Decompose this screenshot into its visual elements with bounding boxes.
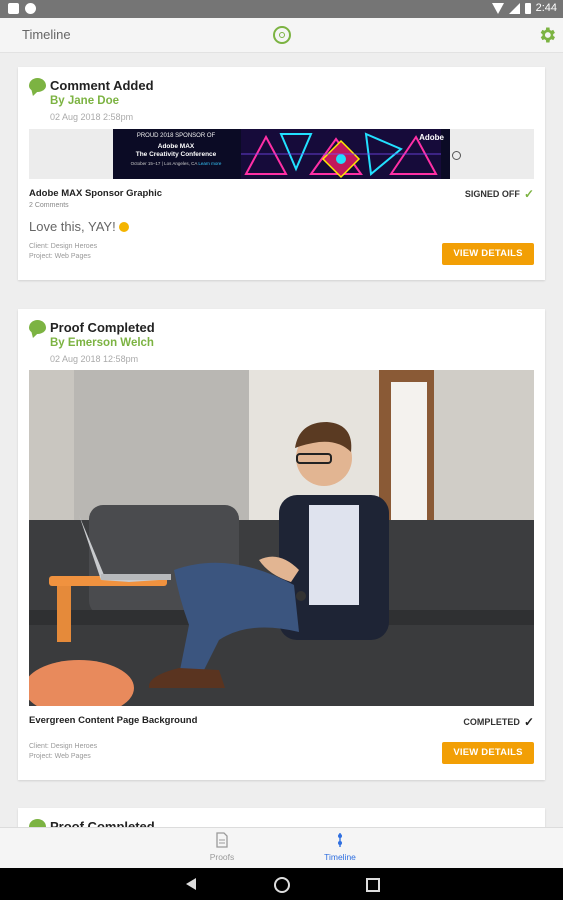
- check-icon: ✓: [523, 715, 534, 729]
- tab-proofs[interactable]: Proofs: [182, 832, 262, 862]
- card-author: By Jane Doe: [50, 95, 120, 107]
- timeline-card: Proof Completed By Emerson Welch 02 Aug …: [18, 309, 545, 780]
- card-title: Comment Added: [50, 78, 154, 93]
- timeline-card: Comment Added By Jane Doe 02 Aug 2018 2:…: [18, 67, 545, 280]
- view-details-button[interactable]: VIEW DETAILS: [442, 742, 534, 764]
- document-icon: [216, 832, 228, 848]
- home-icon[interactable]: [274, 877, 290, 893]
- asset-name: Adobe MAX Sponsor Graphic: [29, 188, 163, 199]
- recent-apps-icon[interactable]: [366, 878, 380, 892]
- status-badge: SIGNED OFF ✓: [465, 187, 534, 201]
- banner-artwork: [241, 129, 441, 179]
- card-date: 02 Aug 2018 12:58pm: [50, 354, 139, 364]
- card-meta: Client: Design Heroes Project: Web Pages: [29, 742, 97, 762]
- emoji-icon: [118, 222, 129, 232]
- status-label: SIGNED OFF: [464, 189, 520, 199]
- banner-date-location: October 15–17 | Los Angeles, CA: [130, 161, 198, 166]
- card-author: By Emerson Welch: [50, 337, 154, 349]
- signal-icon: [508, 2, 520, 14]
- banner-text: PROUD 2018 SPONSOR OF: [136, 133, 216, 139]
- adobe-logo: Adobe: [419, 133, 444, 142]
- battery-icon: [524, 2, 531, 14]
- project-label: Project: Web Pages: [29, 753, 91, 760]
- status-label: COMPLETED: [463, 717, 520, 727]
- info-icon[interactable]: [452, 151, 461, 160]
- asset-name: Evergreen Content Page Background: [29, 715, 198, 726]
- proof-preview[interactable]: PROUD 2018 SPONSOR OF Adobe MAX The Crea…: [29, 129, 534, 179]
- project-label: Project: Web Pages: [29, 253, 91, 260]
- notification-icons: [8, 3, 36, 14]
- comments-count[interactable]: 2 Comments: [29, 202, 69, 209]
- comment-bubble-icon: [29, 320, 46, 334]
- status-indicators: 2:44: [491, 2, 557, 14]
- banner-headline-1: Adobe MAX: [157, 143, 195, 150]
- app-logo-icon: [273, 26, 291, 44]
- client-label: Client: Design Heroes: [29, 243, 98, 250]
- comment-body: Love this, YAY!: [29, 219, 116, 234]
- view-details-button[interactable]: VIEW DETAILS: [442, 243, 534, 265]
- banner-link: Learn more: [198, 161, 222, 166]
- bottom-navigation: Proofs Timeline: [0, 827, 563, 868]
- gear-icon[interactable]: [537, 25, 557, 45]
- timeline-icon: [338, 833, 342, 847]
- client-label: Client: Design Heroes: [29, 743, 98, 750]
- banner-details: October 15–17 | Los Angeles, CA Learn mo…: [121, 161, 231, 166]
- card-meta: Client: Design Heroes Project: Web Pages: [29, 242, 97, 262]
- comment-bubble-icon: [29, 78, 46, 92]
- banner-headline-2: The Creativity Conference: [135, 151, 217, 158]
- chat-notification-icon: [25, 3, 36, 14]
- card-date: 02 Aug 2018 2:58pm: [50, 112, 134, 122]
- back-icon[interactable]: [186, 878, 196, 890]
- status-bar: 2:44: [0, 0, 563, 18]
- wifi-icon: [491, 2, 504, 14]
- tab-timeline-label: Timeline: [324, 852, 356, 862]
- system-navigation-bar: [0, 868, 563, 900]
- page-title: Timeline: [22, 27, 71, 42]
- tab-proofs-label: Proofs: [209, 852, 235, 862]
- card-title: Proof Completed: [50, 320, 155, 335]
- comment-text: Love this, YAY!: [29, 219, 129, 234]
- message-notification-icon: [8, 3, 19, 14]
- status-time: 2:44: [535, 2, 557, 14]
- banner-headline: Adobe MAX The Creativity Conference: [121, 143, 231, 159]
- tab-timeline[interactable]: Timeline: [300, 832, 380, 862]
- status-badge: COMPLETED ✓: [463, 715, 534, 729]
- adobe-max-banner: PROUD 2018 SPONSOR OF Adobe MAX The Crea…: [113, 129, 450, 179]
- proof-photo[interactable]: [29, 370, 534, 706]
- app-bar: Timeline: [0, 18, 563, 53]
- check-icon: ✓: [523, 187, 534, 201]
